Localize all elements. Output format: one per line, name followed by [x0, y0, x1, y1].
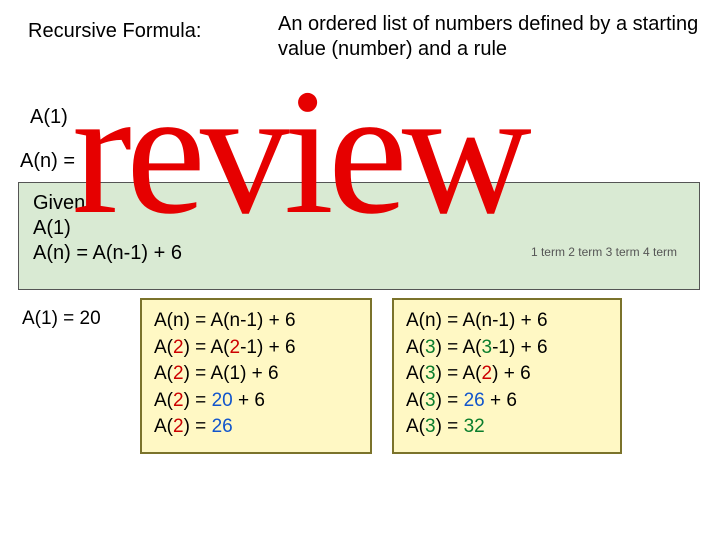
b2-l3: A(2) = A(1) + 6: [154, 361, 358, 388]
work-box-a3: A(n) = A(n-1) + 6 A(3) = A(3-1) + 6 A(3)…: [392, 298, 622, 454]
term-hint: 1 term 2 term 3 term 4 term: [531, 245, 677, 260]
b3-l4: A(3) = 26 + 6: [406, 388, 608, 415]
b2-l5: A(2) = 26: [154, 414, 358, 441]
b2-l2: A(2) = A(2-1) + 6: [154, 335, 358, 362]
title: Recursive Formula:: [28, 20, 201, 43]
definition-text: An ordered list of numbers defined by a …: [278, 12, 708, 62]
given-box: Given: A(1) A(n) = A(n-1) + 6 1 term 2 t…: [18, 182, 700, 290]
b2-l1: A(n) = A(n-1) + 6: [154, 308, 358, 335]
b3-l3: A(3) = A(2) + 6: [406, 361, 608, 388]
b3-l1: A(n) = A(n-1) + 6: [406, 308, 608, 335]
an-rule: A(n) =: [20, 150, 75, 173]
a1-label: A(1): [30, 106, 68, 129]
given-line1: Given:: [33, 191, 685, 216]
a1-value: A(1) = 20: [22, 308, 101, 330]
b3-l2: A(3) = A(3-1) + 6: [406, 335, 608, 362]
b3-l5: A(3) = 32: [406, 414, 608, 441]
given-line2: A(1): [33, 216, 685, 241]
b2-l4: A(2) = 20 + 6: [154, 388, 358, 415]
work-box-a2: A(n) = A(n-1) + 6 A(2) = A(2-1) + 6 A(2)…: [140, 298, 372, 454]
